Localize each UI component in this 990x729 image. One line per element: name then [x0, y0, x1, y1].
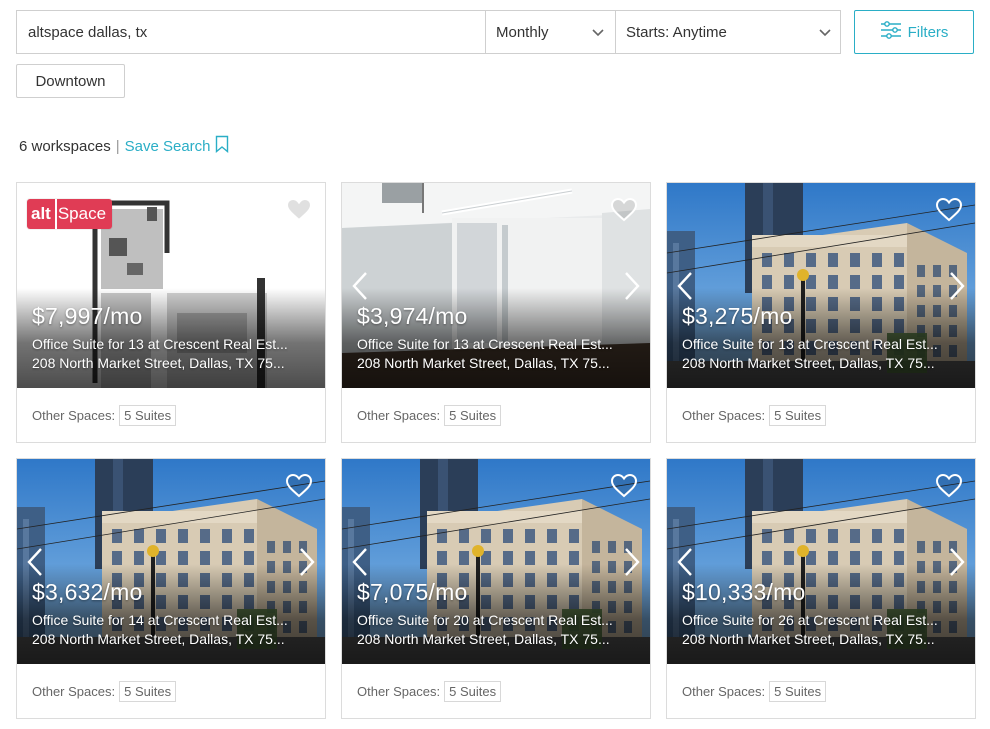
suites-tag[interactable]: 5 Suites — [444, 680, 502, 702]
logo-part-2: Space — [54, 199, 113, 229]
search-input[interactable] — [17, 11, 485, 53]
other-spaces-label: Other Spaces: — [682, 683, 766, 699]
suites-tag[interactable]: 5 Suites — [769, 404, 827, 426]
listing-price: $3,275/mo — [682, 303, 793, 329]
heart-icon[interactable] — [610, 197, 638, 223]
heart-icon[interactable] — [935, 197, 963, 223]
listing-photo[interactable]: $7,075/mo Office Suite for 20 at Crescen… — [342, 459, 650, 664]
listing-price: $3,632/mo — [32, 579, 143, 605]
heart-icon[interactable] — [610, 473, 638, 499]
listing-footer: Other Spaces: 5 Suites — [17, 664, 325, 718]
chevron-left-icon[interactable] — [676, 547, 694, 577]
listing-address: 208 North Market Street, Dallas, TX 75..… — [682, 631, 935, 647]
chevron-right-icon[interactable] — [298, 547, 316, 577]
sliders-icon — [880, 21, 902, 43]
listing-title[interactable]: Office Suite for 13 at Crescent Real Est… — [357, 336, 637, 352]
term-select[interactable]: Monthly — [485, 11, 615, 53]
neighborhood-chip-downtown[interactable]: Downtown — [16, 64, 125, 98]
term-select-value: Monthly — [496, 23, 549, 41]
heart-icon[interactable] — [285, 197, 313, 223]
listing-address: 208 North Market Street, Dallas, TX 75..… — [357, 631, 610, 647]
listing-photo[interactable]: $3,275/mo Office Suite for 13 at Crescen… — [667, 183, 975, 388]
listing-price: $7,997/mo — [32, 303, 143, 329]
chevron-left-icon[interactable] — [676, 271, 694, 301]
listing-price: $3,974/mo — [357, 303, 468, 329]
start-date-select-value: Starts: Anytime — [626, 23, 727, 41]
chevron-down-icon — [591, 25, 605, 39]
other-spaces-label: Other Spaces: — [32, 683, 116, 699]
listing-address: 208 North Market Street, Dallas, TX 75..… — [357, 355, 610, 371]
listing-photo[interactable]: $3,974/mo Office Suite for 13 at Crescen… — [342, 183, 650, 388]
chevron-right-icon[interactable] — [948, 271, 966, 301]
listing-footer: Other Spaces: 5 Suites — [342, 664, 650, 718]
suites-tag[interactable]: 5 Suites — [119, 404, 177, 426]
listing-card[interactable]: alt Space $7,997/mo Office Suite for 13 a… — [16, 182, 326, 443]
listing-address: 208 North Market Street, Dallas, TX 75..… — [32, 631, 285, 647]
separator: | — [115, 137, 120, 155]
save-search-link[interactable]: Save Search — [125, 135, 229, 157]
heart-icon[interactable] — [285, 473, 313, 499]
results-count: 6 workspaces — [19, 137, 111, 155]
listing-address: 208 North Market Street, Dallas, TX 75..… — [682, 355, 935, 371]
other-spaces-label: Other Spaces: — [357, 683, 441, 699]
other-spaces-label: Other Spaces: — [32, 407, 116, 423]
listing-card[interactable]: $10,333/mo Office Suite for 26 at Cresce… — [666, 458, 976, 719]
listing-card[interactable]: $7,075/mo Office Suite for 20 at Crescen… — [341, 458, 651, 719]
filters-button[interactable]: Filters — [854, 10, 974, 54]
results-summary: 6 workspaces | Save Search — [19, 135, 229, 157]
listing-footer: Other Spaces: 5 Suites — [342, 388, 650, 442]
listing-footer: Other Spaces: 5 Suites — [17, 388, 325, 442]
listing-title[interactable]: Office Suite for 13 at Crescent Real Est… — [32, 336, 312, 352]
listing-footer: Other Spaces: 5 Suites — [667, 388, 975, 442]
chevron-right-icon[interactable] — [623, 271, 641, 301]
start-date-select[interactable]: Starts: Anytime — [615, 11, 840, 53]
listing-title[interactable]: Office Suite for 14 at Crescent Real Est… — [32, 612, 312, 628]
altspace-logo: alt Space — [27, 199, 113, 229]
chevron-left-icon[interactable] — [351, 547, 369, 577]
logo-part-1: alt — [27, 199, 55, 229]
listing-price: $7,075/mo — [357, 579, 468, 605]
bookmark-icon — [215, 135, 229, 157]
heart-icon[interactable] — [935, 473, 963, 499]
listing-card[interactable]: $3,275/mo Office Suite for 13 at Crescen… — [666, 182, 976, 443]
chevron-right-icon[interactable] — [623, 547, 641, 577]
listing-title[interactable]: Office Suite for 20 at Crescent Real Est… — [357, 612, 637, 628]
chip-label: Downtown — [35, 72, 106, 90]
listing-card[interactable]: $3,632/mo Office Suite for 14 at Crescen… — [16, 458, 326, 719]
listing-card[interactable]: $3,974/mo Office Suite for 13 at Crescen… — [341, 182, 651, 443]
other-spaces-label: Other Spaces: — [357, 407, 441, 423]
listing-price: $10,333/mo — [682, 579, 806, 605]
listing-photo[interactable]: $3,632/mo Office Suite for 14 at Crescen… — [17, 459, 325, 664]
search-bar: Monthly Starts: Anytime — [16, 10, 841, 54]
chevron-left-icon[interactable] — [26, 547, 44, 577]
listing-footer: Other Spaces: 5 Suites — [667, 664, 975, 718]
suites-tag[interactable]: 5 Suites — [444, 404, 502, 426]
save-search-label: Save Search — [124, 137, 211, 155]
other-spaces-label: Other Spaces: — [682, 407, 766, 423]
chevron-down-icon — [818, 25, 832, 39]
listing-photo[interactable]: alt Space $7,997/mo Office Suite for 13 a… — [17, 183, 325, 388]
suites-tag[interactable]: 5 Suites — [769, 680, 827, 702]
listing-photo[interactable]: $10,333/mo Office Suite for 26 at Cresce… — [667, 459, 975, 664]
suites-tag[interactable]: 5 Suites — [119, 680, 177, 702]
listing-title[interactable]: Office Suite for 26 at Crescent Real Est… — [682, 612, 962, 628]
chevron-left-icon[interactable] — [351, 271, 369, 301]
filters-label: Filters — [907, 23, 949, 41]
listing-address: 208 North Market Street, Dallas, TX 75..… — [32, 355, 285, 371]
listing-title[interactable]: Office Suite for 13 at Crescent Real Est… — [682, 336, 962, 352]
chevron-right-icon[interactable] — [948, 547, 966, 577]
